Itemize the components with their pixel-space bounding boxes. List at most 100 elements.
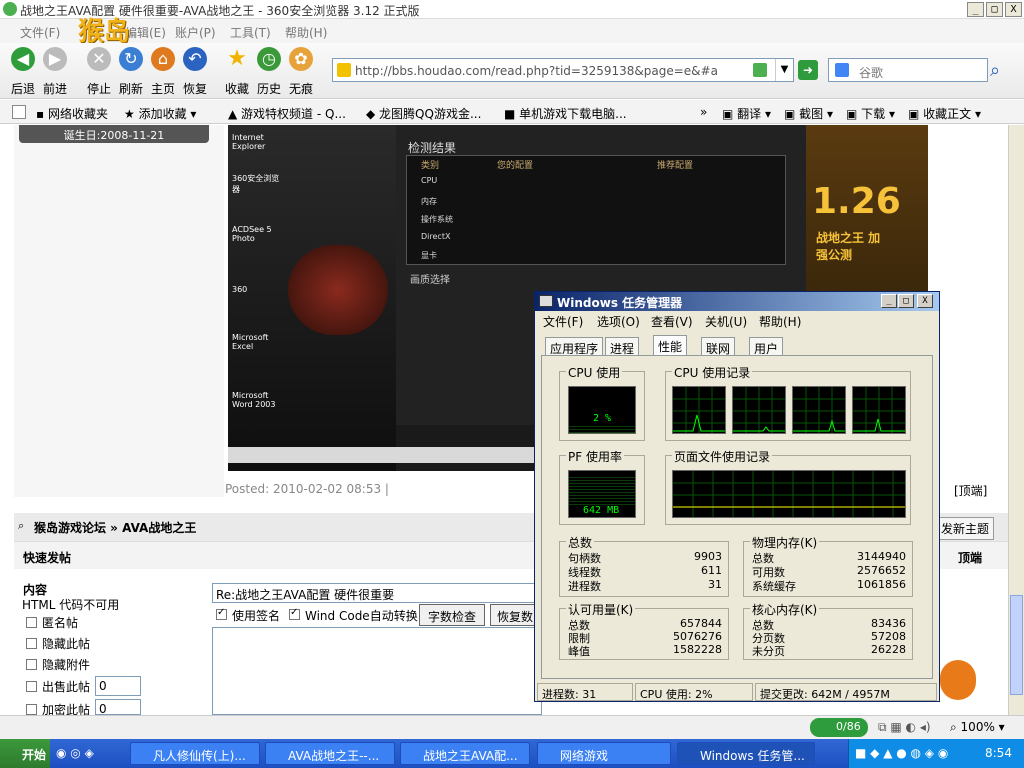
fav-item-add[interactable]: ★ 添加收藏 ▾ — [124, 105, 196, 122]
zoom-level[interactable]: ⌕ 100% ▾ — [950, 720, 1005, 735]
task-ava-config[interactable]: 战地之王AVA配... — [400, 742, 530, 765]
tab-applications[interactable]: 应用程序 — [545, 337, 604, 356]
sidebar-toggle-icon[interactable] — [12, 105, 26, 119]
desktop-area: Internet Explorer 360安全浏览器 ACDSee 5 Phot… — [228, 125, 396, 471]
fav-item-longtuteng[interactable]: ◆ 龙图腾QQ游戏金... — [366, 105, 481, 122]
hide-post-checkbox[interactable] — [26, 638, 37, 649]
back-button[interactable]: ◀ 后退 — [8, 47, 38, 97]
hide-attach-checkbox[interactable] — [26, 659, 37, 670]
page-scrollbar[interactable] — [1008, 125, 1024, 715]
sell-checkbox[interactable] — [26, 681, 37, 692]
monkey-mascot-icon[interactable] — [940, 660, 976, 700]
breadcrumb[interactable]: 猴岛游戏论坛 » AVA战地之王 — [34, 519, 196, 536]
menu-help[interactable]: 帮助(H) — [285, 24, 327, 41]
encrypt-input[interactable]: 0 — [95, 699, 141, 715]
quick-launch-icons[interactable]: ◉ ◎ ◈ — [56, 746, 94, 760]
tab-processes[interactable]: 进程 — [605, 337, 640, 356]
google-icon — [835, 63, 849, 77]
maximize-button[interactable]: □ — [986, 2, 1003, 17]
menu-account[interactable]: 账户(P) — [175, 24, 216, 41]
sell-price-input[interactable]: 0 — [95, 676, 141, 696]
task-manager-title-bar[interactable]: Windows 任务管理器 _ □ X — [535, 292, 939, 311]
minimize-button[interactable]: _ — [967, 2, 984, 17]
tab-performance[interactable]: 性能 — [653, 335, 688, 355]
encrypt-checkbox[interactable] — [26, 704, 37, 715]
fav-item-single-game[interactable]: ■ 单机游戏下载电脑... — [504, 105, 627, 122]
tm-minimize-button[interactable]: _ — [881, 294, 897, 308]
refresh-icon: ↻ — [119, 47, 143, 71]
kernel-memory-group: 核心内存(K) 总数 83436 分页数 57208 未分页 26228 — [743, 601, 913, 660]
address-bar[interactable]: http://bbs.houdao.com/read.php?tid=32591… — [332, 58, 794, 82]
task-online-games[interactable]: 网络游戏 — [537, 742, 671, 765]
menu-tools[interactable]: 工具(T) — [230, 24, 271, 41]
post-content-textarea[interactable] — [212, 627, 542, 715]
task-novel[interactable]: 凡人修仙传(上)... — [130, 742, 260, 765]
search-input[interactable]: 谷歌 — [828, 58, 988, 82]
address-dropdown-icon[interactable]: ▼ — [775, 59, 793, 81]
processes-label: 进程数 — [568, 580, 601, 593]
tab-networking[interactable]: 联网 — [701, 337, 736, 356]
pf-history-graph — [672, 470, 906, 518]
desktop-icon-word: Microsoft Word 2003 — [232, 391, 276, 409]
fav-item-network[interactable]: ▪ 网络收藏夹 — [36, 105, 108, 122]
totals-row-threads: 线程数 611 — [568, 564, 722, 579]
quick-post-top-link[interactable]: 顶端 — [958, 549, 982, 566]
tray-icons[interactable]: ■ ◆ ▲ ● ◍ ◈ ◉ — [855, 746, 948, 760]
cpu-history-group: CPU 使用记录 — [665, 364, 911, 441]
favorites-button[interactable]: ★ 收藏 — [222, 47, 252, 97]
security-counter[interactable]: 0/86 — [810, 718, 868, 737]
row-os: 操作系统 — [421, 215, 453, 224]
go-button[interactable]: ➜ — [798, 60, 818, 80]
star-icon: ★ — [227, 46, 247, 71]
totals-group: 总数 句柄数 9903 线程数 611 进程数 31 — [559, 534, 729, 597]
back-to-top-link[interactable]: [顶端] — [954, 482, 987, 499]
desktop-icon-360b: 360 — [232, 285, 248, 294]
anonymous-checkbox[interactable] — [26, 617, 37, 628]
fav-item-game-channel[interactable]: ▲ 游戏特权频道 - Q... — [228, 105, 346, 122]
home-button[interactable]: ⌂ 主页 — [148, 47, 178, 97]
windcode-checkbox[interactable]: ✓ — [289, 607, 300, 620]
start-button[interactable]: 开始 — [0, 739, 50, 768]
history-button[interactable]: ◷ 历史 — [254, 47, 284, 97]
cpu-meter-bars — [569, 425, 635, 433]
tm-menu-file[interactable]: 文件(F) — [543, 313, 583, 330]
tm-menu-options[interactable]: 选项(O) — [597, 313, 640, 330]
cpu-history-title: CPU 使用记录 — [672, 364, 753, 381]
tm-maximize-button[interactable]: □ — [898, 294, 914, 308]
status-tools-icons[interactable]: ⧉ ▦ ◐ ◂) — [878, 720, 931, 735]
commit-peak-value: 1582228 — [673, 643, 722, 656]
hide-attach-label: 隐藏附件 — [42, 658, 91, 672]
new-topic-button[interactable]: 发新主题 — [936, 517, 995, 540]
close-button[interactable]: X — [1005, 2, 1022, 17]
tm-menu-shutdown[interactable]: 关机(U) — [705, 313, 747, 330]
word-count-button[interactable]: 字数检查 — [419, 604, 485, 626]
commit-row-total: 总数 657844 — [568, 617, 722, 632]
tm-menu-view[interactable]: 查看(V) — [651, 313, 693, 330]
search-icon[interactable]: ⌕ — [990, 60, 1012, 82]
cpu-usage-title: CPU 使用 — [566, 364, 623, 381]
row-gpu: 显卡 — [421, 251, 437, 260]
tm-close-button[interactable]: X — [917, 294, 933, 308]
task-task-manager[interactable]: Windows 任务管... — [677, 742, 815, 765]
incognito-button[interactable]: ✿ 无痕 — [286, 47, 316, 97]
tm-menu-help[interactable]: 帮助(H) — [759, 313, 801, 330]
fav-more[interactable]: » — [700, 105, 707, 119]
refresh-button[interactable]: ↻ 刷新 — [116, 47, 146, 97]
use-signature-checkbox[interactable]: ✓ — [216, 607, 227, 620]
restore-button[interactable]: ↶ 恢复 — [180, 47, 210, 97]
translate-button[interactable]: ▣ 翻译 ▾ — [722, 105, 771, 122]
scroll-thumb[interactable] — [1010, 595, 1023, 695]
post-title-input[interactable]: Re:战地之王AVA配置 硬件很重要 — [212, 583, 542, 603]
screenshot-button[interactable]: ▣ 截图 ▾ — [784, 105, 833, 122]
col-yours: 您的配置 — [497, 161, 534, 171]
processes-value: 31 — [708, 578, 722, 591]
forward-button[interactable]: ▶ 前进 — [40, 47, 70, 97]
save-text-button[interactable]: ▣ 收藏正文 ▾ — [908, 105, 981, 122]
task-ava-1[interactable]: AVA战地之王--... — [265, 742, 395, 765]
stop-button[interactable]: ✕ 停止 — [84, 47, 114, 97]
tab-users[interactable]: 用户 — [749, 337, 784, 356]
download-button[interactable]: ▣ 下载 ▾ — [846, 105, 895, 122]
restore-data-button[interactable]: 恢复数 — [490, 604, 540, 626]
taskmgr-icon — [539, 295, 553, 307]
status-commit: 提交更改: 642M / 4957M — [755, 683, 937, 701]
